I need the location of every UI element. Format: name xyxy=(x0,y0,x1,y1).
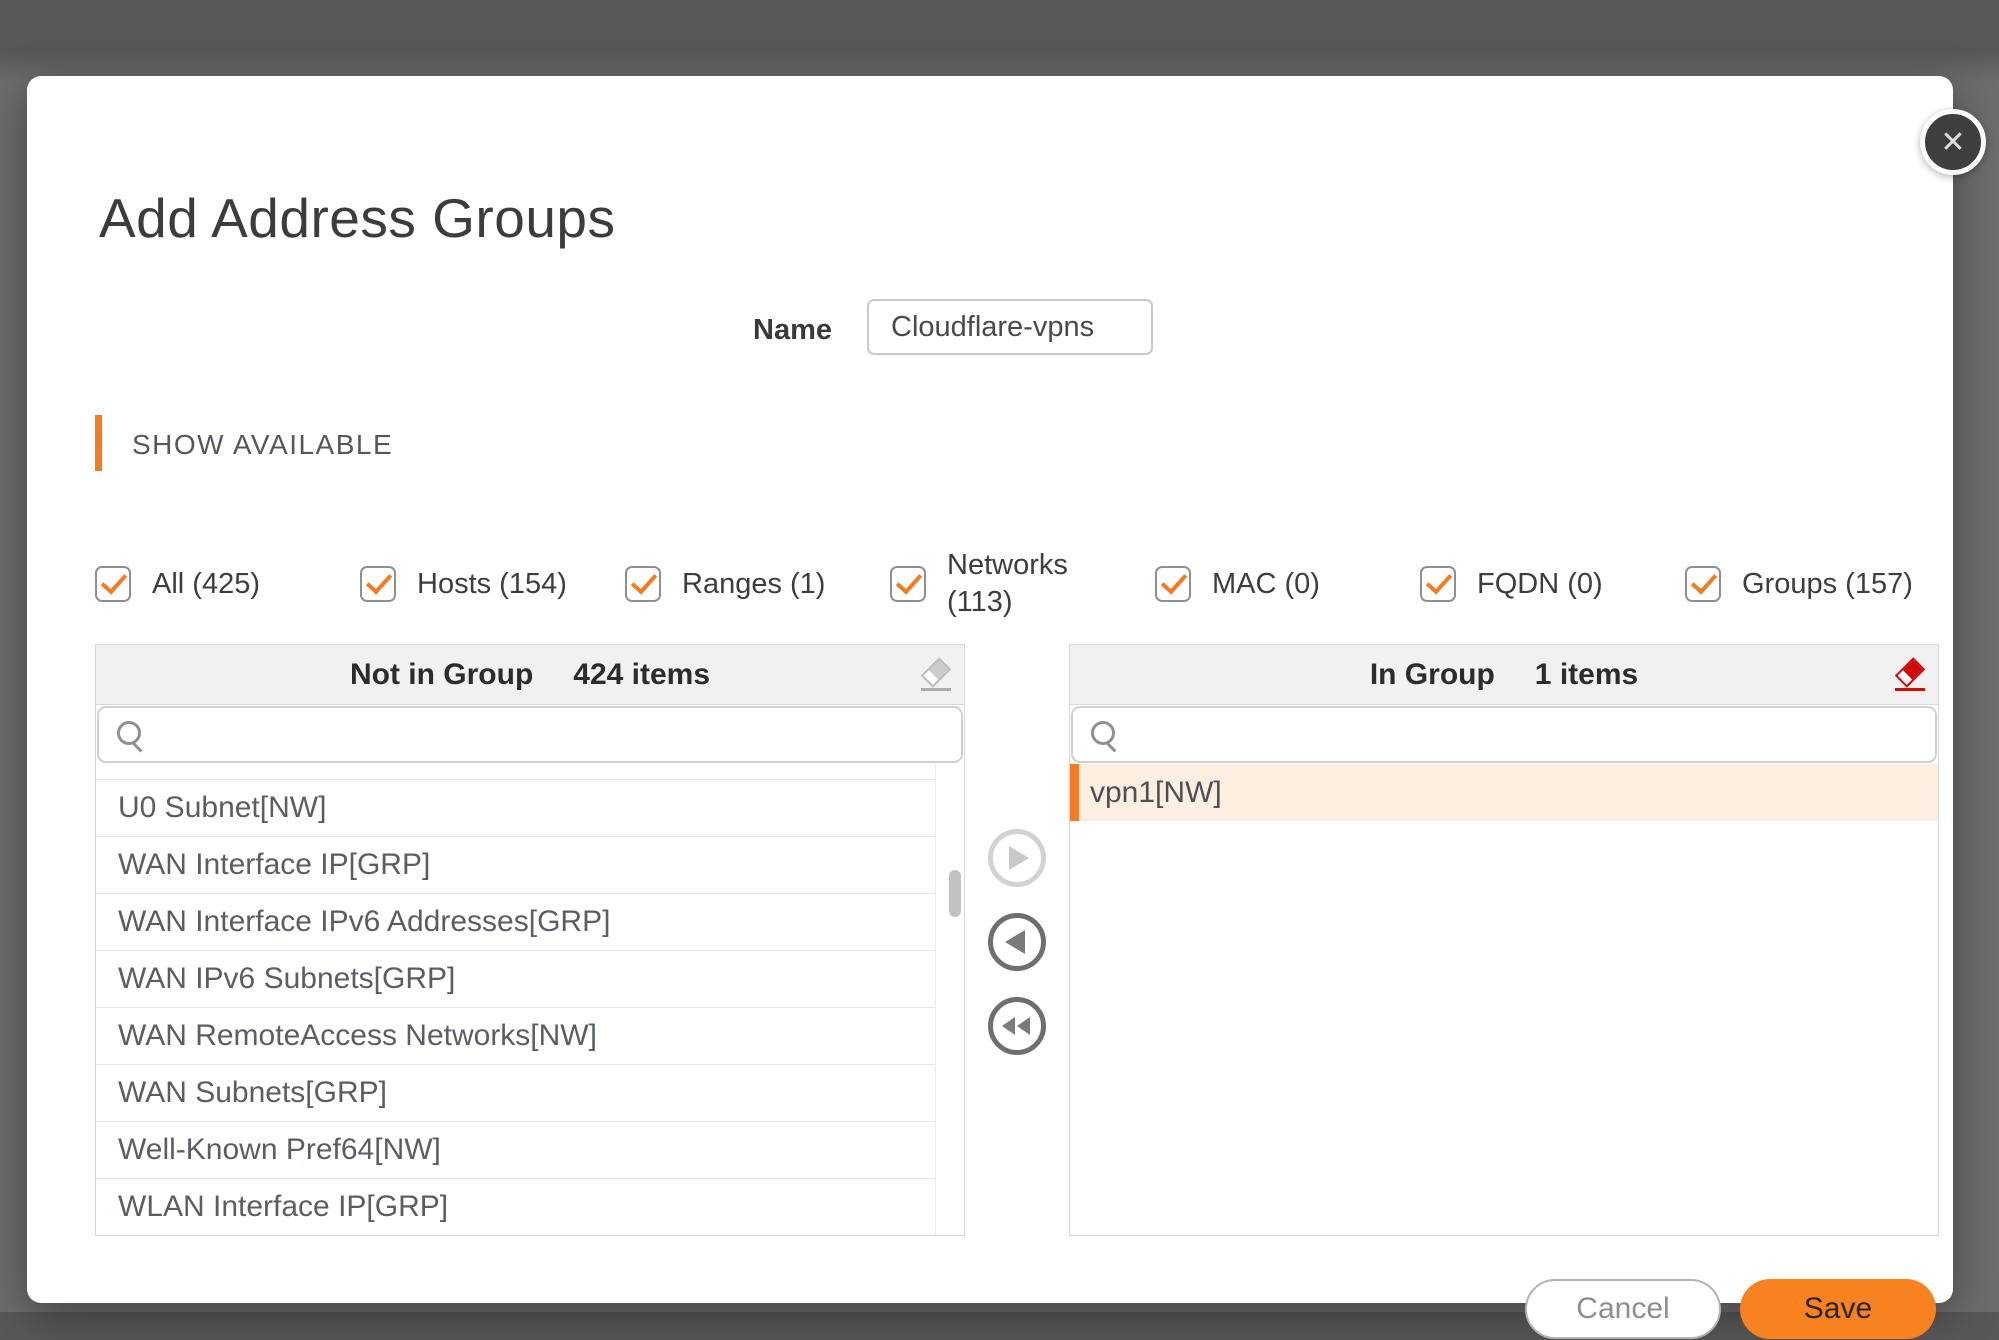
checkmark-icon xyxy=(101,567,127,594)
filter-hosts[interactable]: Hosts (154) xyxy=(360,566,625,603)
move-right-button[interactable] xyxy=(988,829,1046,887)
checkbox-icon[interactable] xyxy=(890,566,926,602)
checkbox-icon[interactable] xyxy=(95,566,131,602)
cancel-button[interactable]: Cancel xyxy=(1525,1279,1721,1339)
move-all-left-button[interactable] xyxy=(988,997,1046,1055)
move-left-button[interactable] xyxy=(988,913,1046,971)
add-address-groups-dialog: Add Address Groups Name SHOW AVAILABLE A… xyxy=(27,76,1953,1303)
in-group-header: In Group 1 items xyxy=(1070,645,1938,705)
dialog-title: Add Address Groups xyxy=(99,186,616,250)
filter-mac[interactable]: MAC (0) xyxy=(1155,566,1420,603)
panel-item-count: 1 items xyxy=(1535,658,1638,692)
page-top-band xyxy=(0,0,1999,48)
double-arrow-left-icon xyxy=(1002,1017,1015,1035)
checkmark-icon xyxy=(1691,567,1717,594)
checkmark-icon xyxy=(631,567,657,594)
filter-label: Hosts (154) xyxy=(417,566,567,603)
filter-label: MAC (0) xyxy=(1212,566,1320,603)
checkbox-icon[interactable] xyxy=(360,566,396,602)
checkmark-icon xyxy=(1426,567,1452,594)
list-scrollbar-thumb[interactable] xyxy=(949,870,961,917)
close-dialog-button[interactable]: ✕ xyxy=(1920,109,1986,175)
list-item[interactable]: Well-Known Pref64[NW] xyxy=(96,1122,935,1179)
remove-all-eraser-icon[interactable] xyxy=(1894,658,1928,692)
section-accent-bar xyxy=(95,415,102,471)
not-in-group-panel: Not in Group 424 items U0 Subnet[NW] WAN… xyxy=(95,644,965,1236)
not-in-group-header: Not in Group 424 items xyxy=(96,645,964,705)
search-input[interactable] xyxy=(1071,706,1937,763)
list-item[interactable]: WAN Interface IP[GRP] xyxy=(96,837,935,894)
filter-label: All (425) xyxy=(152,566,260,603)
partial-scrolled-row xyxy=(96,764,935,780)
not-in-group-list[interactable]: U0 Subnet[NW] WAN Interface IP[GRP] WAN … xyxy=(96,764,936,1235)
checkbox-icon[interactable] xyxy=(625,566,661,602)
list-item[interactable]: WAN Subnets[GRP] xyxy=(96,1065,935,1122)
checkmark-icon xyxy=(896,567,922,594)
search-input[interactable] xyxy=(97,706,963,763)
in-group-search-row xyxy=(1071,706,1937,763)
not-in-group-search-row xyxy=(97,706,963,763)
panel-item-count: 424 items xyxy=(573,658,710,692)
in-group-panel: In Group 1 items vpn1[NW] xyxy=(1069,644,1939,1236)
filter-ranges[interactable]: Ranges (1) xyxy=(625,566,890,603)
filter-label: FQDN (0) xyxy=(1477,566,1603,603)
panel-title: Not in Group xyxy=(350,658,533,692)
filter-all[interactable]: All (425) xyxy=(95,566,360,603)
filter-groups[interactable]: Groups (157) xyxy=(1685,566,1950,603)
type-filter-row: All (425) Hosts (154) Ranges (1) Network… xyxy=(95,524,1985,644)
section-title: SHOW AVAILABLE xyxy=(132,429,393,461)
checkbox-icon[interactable] xyxy=(1685,566,1721,602)
filter-label: Ranges (1) xyxy=(682,566,825,603)
checkmark-icon xyxy=(1161,567,1187,594)
checkbox-icon[interactable] xyxy=(1155,566,1191,602)
checkmark-icon xyxy=(366,567,392,594)
clear-selection-eraser-icon[interactable] xyxy=(920,658,954,692)
panel-title: In Group xyxy=(1370,658,1495,692)
double-arrow-left-icon xyxy=(1017,1017,1030,1035)
filter-label: Groups (157) xyxy=(1742,566,1913,603)
name-input[interactable] xyxy=(867,299,1153,355)
arrow-right-icon xyxy=(1009,846,1029,870)
filter-fqdn[interactable]: FQDN (0) xyxy=(1420,566,1685,603)
list-item[interactable]: WAN RemoteAccess Networks[NW] xyxy=(96,1008,935,1065)
list-item[interactable]: WLAN Interface IP[GRP] xyxy=(96,1179,935,1235)
save-button[interactable]: Save xyxy=(1740,1279,1936,1339)
name-label: Name xyxy=(677,314,832,347)
close-icon: ✕ xyxy=(1940,125,1965,160)
list-item[interactable]: U0 Subnet[NW] xyxy=(96,780,935,837)
arrow-left-icon xyxy=(1005,930,1025,954)
checkbox-icon[interactable] xyxy=(1420,566,1456,602)
filter-networks[interactable]: Networks (113) xyxy=(890,547,1155,621)
in-group-selected-item[interactable]: vpn1[NW] xyxy=(1070,764,1938,821)
list-item[interactable]: WAN Interface IPv6 Addresses[GRP] xyxy=(96,894,935,951)
list-item[interactable]: WAN IPv6 Subnets[GRP] xyxy=(96,951,935,1008)
filter-label: Networks (113) xyxy=(947,547,1082,621)
